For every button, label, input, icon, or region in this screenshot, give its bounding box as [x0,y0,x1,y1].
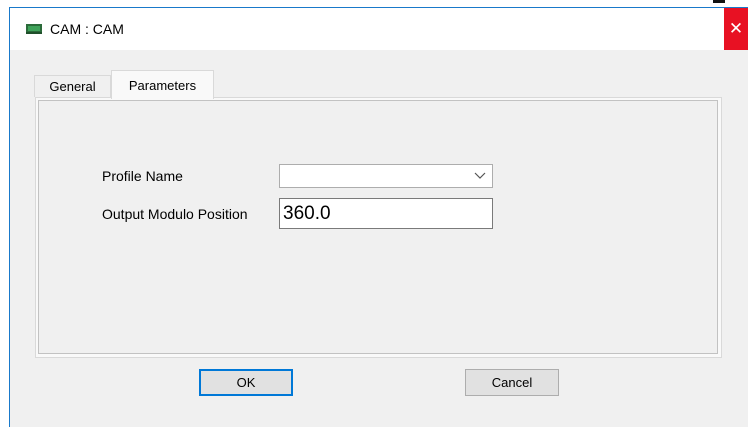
output-modulo-label: Output Modulo Position [102,206,248,222]
tab-parameters[interactable]: Parameters [111,70,214,99]
title-bar[interactable]: CAM : CAM ✕ [10,8,748,50]
tab-general[interactable]: General [34,75,111,97]
close-icon: ✕ [728,19,744,38]
chevron-down-icon [474,172,486,179]
window-title: CAM : CAM [50,21,124,37]
tab-general-label: General [49,79,96,94]
profile-name-dropdown[interactable] [279,164,493,188]
output-modulo-input[interactable] [279,198,493,229]
underline-mark [713,0,725,3]
ok-button[interactable]: OK [199,369,293,396]
cancel-button[interactable]: Cancel [465,369,559,396]
close-button[interactable]: ✕ [724,8,748,50]
app-icon [26,24,42,34]
tab-parameters-label: Parameters [128,77,197,93]
profile-name-label: Profile Name [102,168,183,184]
